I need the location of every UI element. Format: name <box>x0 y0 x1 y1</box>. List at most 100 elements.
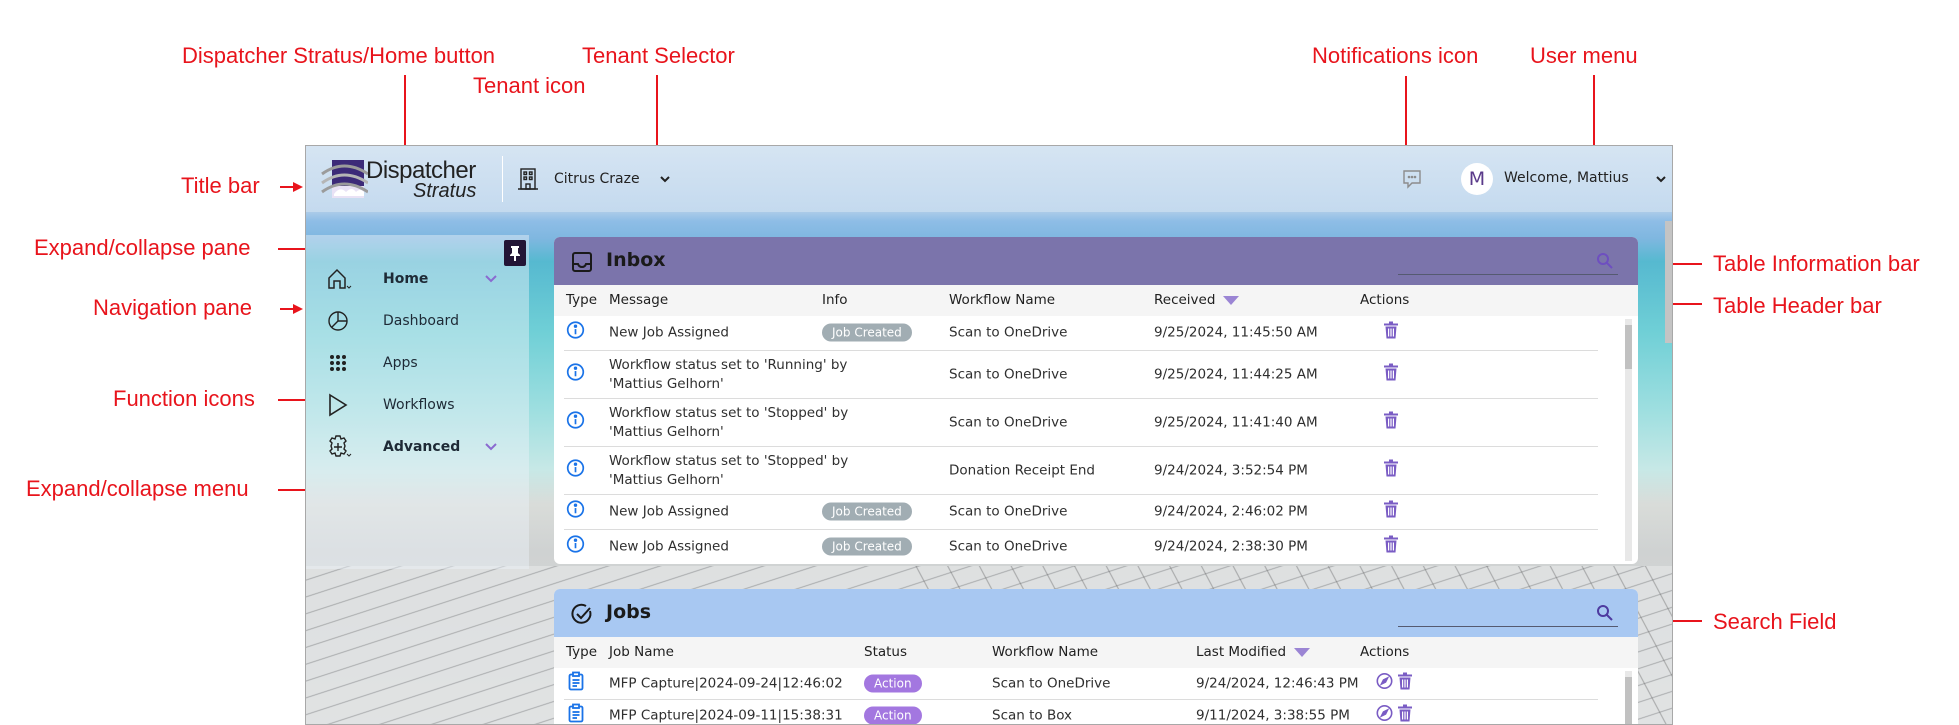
page-scrollbar[interactable] <box>1665 216 1672 724</box>
column-header-received-label: Received <box>1154 292 1216 308</box>
inbox-row[interactable]: Workflow status set to 'Stopped' by 'Mat… <box>564 399 1598 447</box>
annotation-table-information-bar: Table Information bar <box>1713 251 1920 276</box>
nav-item-apps[interactable]: Apps <box>306 341 529 385</box>
table-information-bar: Jobs <box>554 589 1638 637</box>
workflow-name: Scan to OneDrive <box>949 414 1068 430</box>
user-avatar[interactable]: M <box>1461 163 1493 195</box>
message-text: Workflow status set to 'Running' by 'Mat… <box>609 356 848 392</box>
annotation-arrow <box>280 186 294 188</box>
inbox-search-input[interactable] <box>1398 247 1588 274</box>
sort-descending-icon[interactable] <box>1223 295 1240 305</box>
delete-button[interactable] <box>1384 535 1398 559</box>
annotation-navigation-pane: Navigation pane <box>93 295 253 320</box>
inbox-row[interactable]: Workflow status set to 'Running' by 'Mat… <box>564 351 1598 399</box>
delete-button[interactable] <box>1384 321 1398 345</box>
search-icon[interactable] <box>1596 252 1614 270</box>
column-header-status[interactable]: Status <box>864 644 907 660</box>
clipboard-icon <box>568 671 584 696</box>
trash-icon <box>1398 672 1412 689</box>
chevron-down-icon[interactable] <box>1654 172 1668 186</box>
inbox-scrollbar-thumb[interactable] <box>1625 325 1632 369</box>
job-name[interactable]: MFP Capture|2024-09-24|12:46:02 <box>609 674 843 693</box>
inbox-row[interactable]: New Job Assigned Job Created Scan to OneDr… <box>564 495 1598 530</box>
notifications-icon[interactable] <box>1401 168 1423 190</box>
inbox-row[interactable]: New Job Assigned Job Created Scan to OneDr… <box>564 530 1598 564</box>
column-header-received[interactable]: Received <box>1154 292 1240 308</box>
tenant-selector[interactable]: Citrus Craze <box>516 164 672 194</box>
annotation-notifications-icon: Notifications icon <box>1312 43 1479 68</box>
received-time: 9/25/2024, 11:45:50 AM <box>1154 324 1318 341</box>
annotation-tenant-selector: Tenant Selector <box>582 43 735 68</box>
info-icon <box>566 458 585 483</box>
action-badge: Action <box>864 674 922 692</box>
open-job-button[interactable] <box>1376 704 1393 724</box>
inbox-row[interactable]: Workflow status set to 'Stopped' by 'Mat… <box>564 447 1598 495</box>
table-information-bar: Inbox <box>554 237 1638 285</box>
table-header-bar: Type Message Info Workflow Name Received… <box>554 285 1638 316</box>
nav-item-dashboard[interactable]: Dashboard <box>306 299 529 343</box>
received-time: 9/24/2024, 3:52:54 PM <box>1154 462 1308 478</box>
home-button[interactable]: Dispatcher Stratus <box>320 157 490 202</box>
info-icon <box>566 500 585 525</box>
workflow-name: Scan to OneDrive <box>949 366 1068 382</box>
column-header-workflow-name[interactable]: Workflow Name <box>992 644 1098 660</box>
annotation-table-header-bar: Table Header bar <box>1713 293 1882 318</box>
jobs-scrollbar[interactable] <box>1625 671 1632 724</box>
delete-button[interactable] <box>1398 704 1412 724</box>
expand-collapse-menu-icon[interactable] <box>484 274 498 284</box>
column-header-message[interactable]: Message <box>609 292 668 308</box>
column-header-last-modified[interactable]: Last Modified <box>1196 644 1311 660</box>
nav-item-home[interactable]: Home <box>306 257 529 301</box>
sort-descending-icon[interactable] <box>1294 647 1311 657</box>
trash-icon <box>1384 459 1398 476</box>
tenant-name: Citrus Craze <box>554 171 640 187</box>
info-badge: Job Created <box>822 323 912 343</box>
annotation-tenant-icon: Tenant icon <box>473 73 586 98</box>
nav-item-workflows[interactable]: Workflows <box>306 383 529 427</box>
delete-button[interactable] <box>1384 363 1398 386</box>
job-name[interactable]: MFP Capture|2024-09-11|15:38:31 <box>609 706 843 724</box>
delete-button[interactable] <box>1384 459 1398 482</box>
delete-button[interactable] <box>1398 672 1412 695</box>
jobs-scrollbar-thumb[interactable] <box>1625 677 1632 724</box>
annotation-expand-collapse-pane: Expand/collapse pane <box>34 235 251 260</box>
search-icon[interactable] <box>1596 604 1614 622</box>
column-header-job-name[interactable]: Job Name <box>609 644 674 660</box>
inbox-row[interactable]: New Job Assigned Job Created Scan to OneDr… <box>564 316 1598 351</box>
jobs-search-field[interactable] <box>1398 599 1618 627</box>
info-icon <box>566 321 585 346</box>
delete-button[interactable] <box>1384 500 1398 524</box>
column-header-info[interactable]: Info <box>822 292 848 308</box>
nav-item-advanced[interactable]: Advanced <box>306 425 529 469</box>
page-scrollbar-thumb[interactable] <box>1665 221 1672 343</box>
workflow-name: Scan to OneDrive <box>949 324 1068 341</box>
nav-label-dashboard: Dashboard <box>383 313 459 329</box>
info-icon <box>566 535 585 560</box>
trash-icon <box>1398 704 1412 721</box>
annotation-arrow <box>1405 76 1407 156</box>
dispatcher-logo-icon <box>321 160 368 198</box>
status-badge: Action <box>864 674 922 693</box>
received-time: 9/25/2024, 11:41:40 AM <box>1154 414 1318 430</box>
jobs-search-input[interactable] <box>1398 599 1588 626</box>
workflow-name: Scan to OneDrive <box>949 503 1068 520</box>
delete-button[interactable] <box>1384 411 1398 434</box>
annotation-home-button: Dispatcher Stratus/Home button <box>182 43 496 68</box>
user-menu[interactable]: Welcome, Mattius <box>1504 170 1629 186</box>
jobs-row[interactable]: MFP Capture|2024-09-11|15:38:31 Action Sca… <box>564 700 1598 724</box>
open-job-button[interactable] <box>1376 672 1393 695</box>
inbox-search-field[interactable] <box>1398 247 1618 275</box>
jobs-row[interactable]: MFP Capture|2024-09-24|12:46:02 Action Sca… <box>564 668 1598 700</box>
expand-collapse-menu-icon[interactable] <box>484 442 498 452</box>
trash-icon <box>1384 411 1398 428</box>
info-icon <box>566 362 585 387</box>
status-badge: Action <box>864 706 922 724</box>
last-modified-time: 9/11/2024, 3:38:55 PM <box>1196 707 1350 723</box>
info-badge: Job Created <box>822 537 912 557</box>
building-icon <box>518 168 538 190</box>
column-header-workflow-name[interactable]: Workflow Name <box>949 292 1055 308</box>
table-header-bar: Type Job Name Status Workflow Name Last … <box>554 637 1638 668</box>
inbox-scrollbar[interactable] <box>1625 319 1632 561</box>
annotation-search-field: Search Field <box>1713 609 1837 634</box>
annotation-arrow <box>404 75 406 150</box>
